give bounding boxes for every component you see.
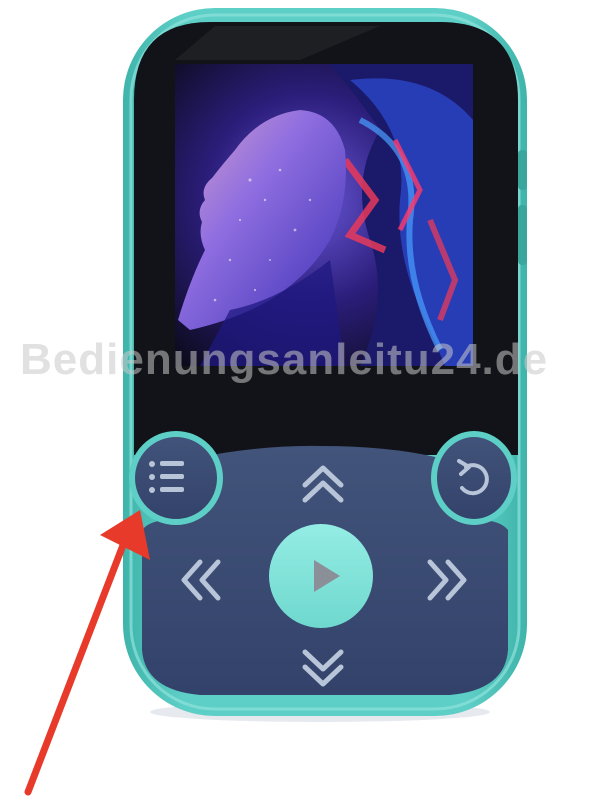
screen xyxy=(134,22,518,455)
product-photo: Bedienungsanleitu24.de xyxy=(0,0,609,800)
back-button[interactable] xyxy=(431,431,517,525)
menu-button[interactable] xyxy=(129,431,223,525)
album-art xyxy=(175,64,473,366)
menu-icon xyxy=(149,461,184,493)
watermark-text: Bedienungsanleitu24.de xyxy=(20,335,549,384)
up-button[interactable] xyxy=(285,458,365,508)
next-button[interactable] xyxy=(410,550,480,610)
play-button[interactable] xyxy=(269,524,373,628)
down-button[interactable] xyxy=(285,640,365,690)
previous-button[interactable] xyxy=(170,550,240,610)
mp3-player-illustration xyxy=(24,8,527,796)
